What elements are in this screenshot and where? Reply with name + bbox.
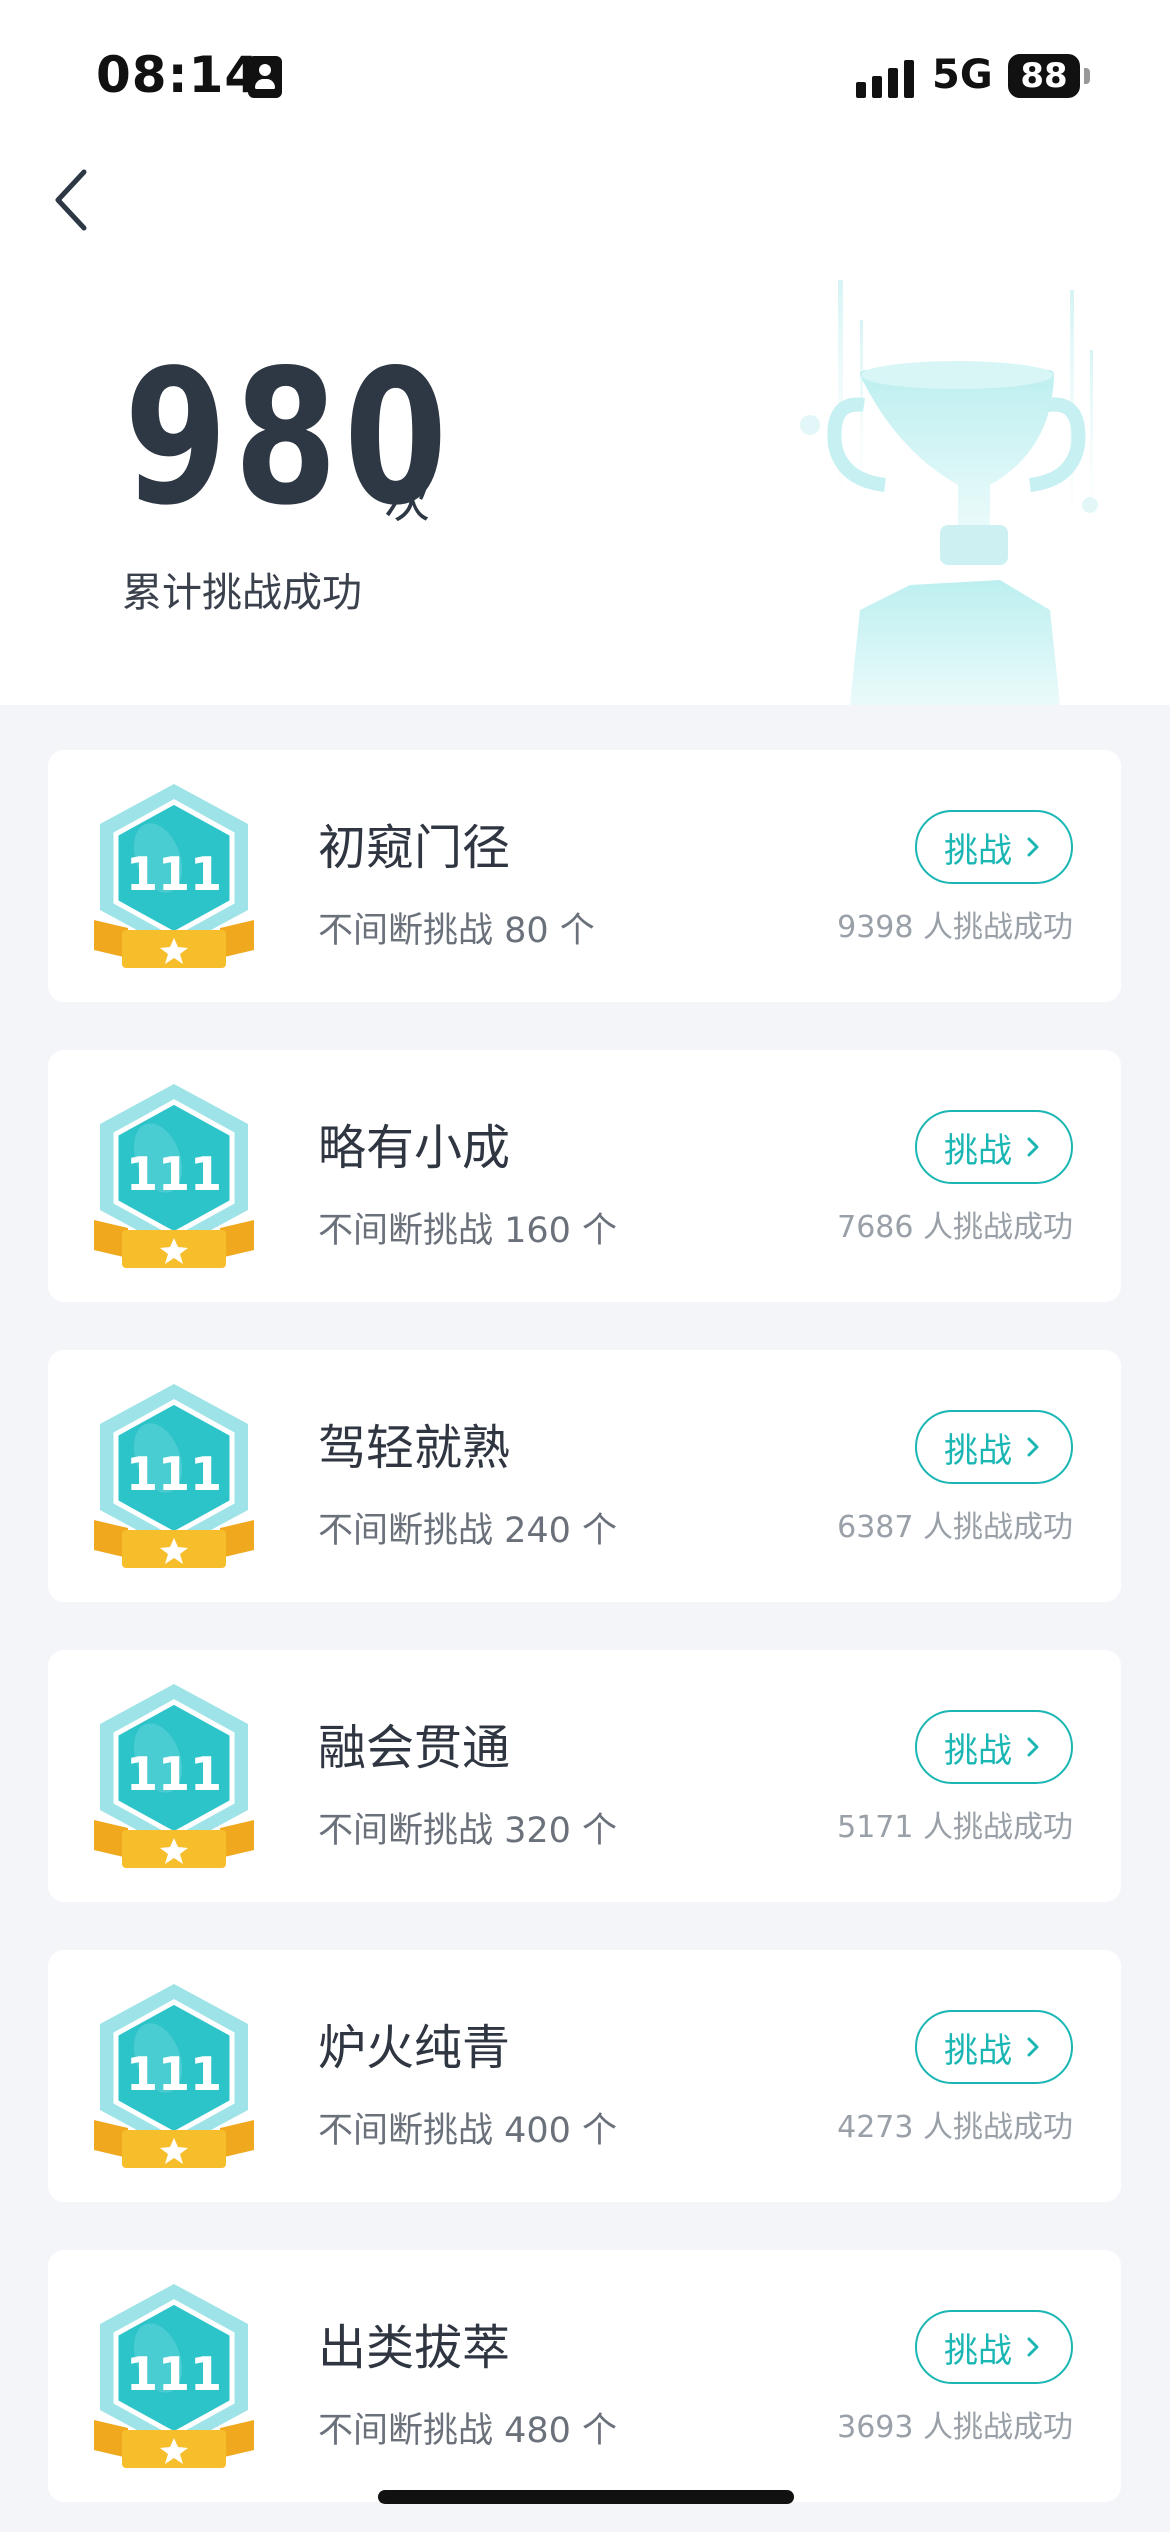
status-bar: 08:14 5G 88	[0, 0, 1170, 150]
challenge-button[interactable]: 挑战	[915, 1410, 1073, 1484]
success-count: 7686 人挑战成功	[837, 1210, 1073, 1245]
challenge-description: 不间断挑战 320 个	[318, 1811, 618, 1851]
home-indicator[interactable]	[378, 2490, 794, 2504]
success-count: 5171 人挑战成功	[837, 1810, 1073, 1845]
chevron-right-icon	[1027, 1137, 1039, 1157]
total-count-caption: 累计挑战成功	[122, 570, 362, 616]
network-type: 5G	[932, 52, 993, 98]
svg-text:111: 111	[126, 1447, 222, 1501]
svg-text:111: 111	[126, 2347, 222, 2401]
challenge-button-label: 挑战	[944, 1730, 1012, 1771]
total-count: 980 次	[124, 345, 536, 545]
contact-card-icon	[248, 56, 282, 98]
svg-text:111: 111	[126, 2047, 222, 2101]
challenge-title: 略有小成	[318, 1120, 511, 1176]
challenge-description: 不间断挑战 160 个	[318, 1211, 618, 1251]
chevron-right-icon	[1027, 2337, 1039, 2357]
success-count: 9398 人挑战成功	[837, 910, 1073, 945]
trophy-illustration	[800, 280, 1098, 705]
badge-icon: 111	[94, 2284, 254, 2468]
challenge-description: 不间断挑战 80 个	[318, 911, 595, 951]
success-count: 3693 人挑战成功	[837, 2410, 1073, 2445]
challenge-button[interactable]: 挑战	[915, 810, 1073, 884]
challenge-title: 融会贯通	[318, 1720, 511, 1776]
challenge-button[interactable]: 挑战	[915, 1710, 1073, 1784]
badge-icon: 111	[94, 1984, 254, 2168]
header-area: 08:14 5G 88 980 次 累计挑战成功	[0, 0, 1170, 705]
badge-icon: 111	[94, 784, 254, 968]
challenge-button[interactable]: 挑战	[915, 2010, 1073, 2084]
badge-icon: 111	[94, 1684, 254, 1868]
badge-icon: 111	[94, 1384, 254, 1568]
challenge-title: 出类拔萃	[318, 2320, 511, 2376]
challenge-button-label: 挑战	[944, 830, 1012, 871]
challenge-card: 111 略有小成 不间断挑战 160 个 挑战 7686 人挑战成功	[48, 1050, 1121, 1302]
success-count: 4273 人挑战成功	[837, 2110, 1073, 2145]
challenge-button[interactable]: 挑战	[915, 2310, 1073, 2384]
challenge-card: 111 出类拔萃 不间断挑战 480 个 挑战 3693 人挑战成功	[48, 2250, 1121, 2502]
total-count-unit: 次	[384, 474, 430, 528]
challenge-button[interactable]: 挑战	[915, 1110, 1073, 1184]
chevron-right-icon	[1027, 1737, 1039, 1757]
challenge-card: 111 驾轻就熟 不间断挑战 240 个 挑战 6387 人挑战成功	[48, 1350, 1121, 1602]
challenge-card: 111 融会贯通 不间断挑战 320 个 挑战 5171 人挑战成功	[48, 1650, 1121, 1902]
challenge-title: 炉火纯青	[318, 2020, 511, 2076]
challenge-description: 不间断挑战 400 个	[318, 2111, 618, 2151]
battery-cap	[1084, 68, 1090, 84]
challenge-button-label: 挑战	[944, 2030, 1012, 2071]
status-time: 08:14	[96, 46, 261, 104]
challenge-button-label: 挑战	[944, 2330, 1012, 2371]
signal-strength-icon	[856, 58, 916, 98]
badge-icon: 111	[94, 1084, 254, 1268]
svg-text:111: 111	[126, 1747, 222, 1801]
challenge-button-label: 挑战	[944, 1430, 1012, 1471]
chevron-right-icon	[1027, 2037, 1039, 2057]
challenge-card: 111 炉火纯青 不间断挑战 400 个 挑战 4273 人挑战成功	[48, 1950, 1121, 2202]
challenge-title: 初窥门径	[318, 820, 511, 876]
back-button[interactable]	[46, 160, 106, 240]
svg-text:111: 111	[126, 847, 222, 901]
challenge-description: 不间断挑战 480 个	[318, 2411, 618, 2451]
svg-text:111: 111	[126, 1147, 222, 1201]
challenge-description: 不间断挑战 240 个	[318, 1511, 618, 1551]
chevron-right-icon	[1027, 1437, 1039, 1457]
challenge-title: 驾轻就熟	[318, 1420, 511, 1476]
challenge-card: 111 初窥门径 不间断挑战 80 个 挑战 9398 人挑战成功	[48, 750, 1121, 1002]
challenge-button-label: 挑战	[944, 1130, 1012, 1171]
chevron-right-icon	[1027, 837, 1039, 857]
chevron-left-icon	[55, 169, 87, 231]
battery-icon: 88	[1008, 54, 1080, 98]
success-count: 6387 人挑战成功	[837, 1510, 1073, 1545]
